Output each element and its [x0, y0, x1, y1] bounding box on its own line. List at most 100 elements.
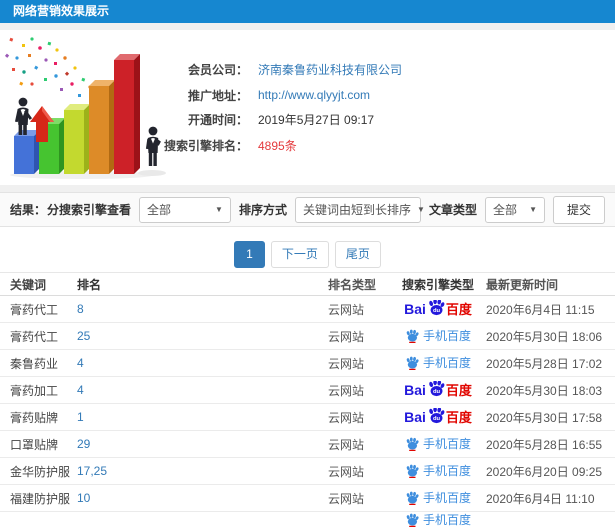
header-keyword: 关键词: [10, 277, 47, 292]
table-row: 口罩贴牌 29 云网站 Bai du 百度: [0, 431, 615, 458]
member-company-row: 会员公司： 济南秦鲁药业科技有限公司: [130, 60, 402, 78]
engine-cell: Bai du 百度: [390, 381, 486, 399]
mobile-baidu-text: 手机百度: [422, 464, 471, 478]
updated-text: 2020年5月28日 17:02: [486, 356, 603, 371]
keyword-text: 膏药代工: [10, 329, 59, 344]
chevron-down-icon: ▼: [529, 205, 537, 214]
chevron-down-icon: ▼: [215, 205, 223, 214]
submit-button[interactable]: 提交: [552, 195, 605, 224]
rank-type-cell: 云网站: [328, 382, 390, 399]
rank-link[interactable]: 25: [77, 329, 90, 343]
article-type-label: 文章类型: [428, 203, 477, 217]
updated-cell: 2020年5月30日 17:58: [486, 409, 615, 426]
header-updated: 最新更新时间: [486, 277, 559, 292]
engine-cell: Bai du 百度: [390, 408, 486, 426]
mobile-baidu-text: 手机百度: [422, 329, 471, 343]
rank-type-cell: 云网站: [328, 490, 390, 507]
rank-type-cell: 云网站: [328, 409, 390, 426]
updated-cell: 2020年5月28日 17:02: [486, 355, 615, 372]
rank-type-text: 云网站: [328, 464, 365, 479]
chevron-down-icon: ▼: [416, 205, 425, 214]
rank-type-cell: 云网站: [328, 328, 390, 345]
baidu-bai-text: Bai: [404, 382, 426, 398]
rank-type-text: 云网站: [328, 437, 365, 452]
table-row: 膏药贴牌 1 云网站 Bai du 百度 2020年5月30日 17:58: [0, 404, 615, 431]
open-time-value: 2019年5月27日 09:17: [258, 112, 375, 127]
table-row: Bai du 百度: [0, 512, 615, 527]
rank-link[interactable]: 4: [77, 383, 84, 397]
baidu-logo: Bai du 百度: [404, 408, 472, 426]
page-1-button[interactable]: 1: [234, 241, 265, 268]
engine-view-select[interactable]: 全部 ▼: [138, 196, 231, 223]
rank-type-text: 云网站: [328, 383, 365, 398]
rank-cell: 8: [77, 302, 328, 316]
updated-text: 2020年5月30日 17:58: [486, 410, 603, 425]
baidu-du-text: du: [433, 308, 441, 314]
rank-type-text: 云网站: [328, 491, 365, 506]
sort-selected: 关键词由短到长排序: [302, 203, 411, 217]
rank-link[interactable]: 8: [77, 302, 84, 316]
rank-type-cell: 云网站: [328, 436, 390, 453]
rank-cell: 29: [77, 437, 328, 451]
mobile-baidu-text: 手机百度: [422, 437, 471, 451]
mobile-baidu-logo: 手机百度: [405, 513, 471, 527]
keyword-text: 膏药贴牌: [10, 410, 59, 425]
window-title-bar: 网络营销效果展示: [0, 0, 615, 23]
mobile-baidu-paw-icon: [406, 464, 419, 478]
baidu-paw-icon: du: [429, 300, 445, 316]
mobile-baidu-text: 手机百度: [422, 356, 471, 370]
table-header-row: 关键词 排名 排名类型 搜索引擎类型 最新更新时间: [0, 272, 615, 296]
result-label: 结果：: [10, 203, 47, 217]
mobile-baidu-logo: 手机百度: [405, 356, 471, 370]
keyword-rank-table: 关键词 排名 排名类型 搜索引擎类型 最新更新时间 膏药代工 8 云网站 Bai: [0, 272, 615, 527]
promo-url-label: 推广地址：: [187, 88, 248, 103]
updated-text: 2020年6月4日 11:10: [486, 491, 595, 506]
rank-link[interactable]: 4: [77, 356, 84, 370]
baidu-du-text: du: [433, 389, 441, 395]
rank-link[interactable]: 10: [77, 491, 90, 505]
keyword-cell: 膏药加工: [0, 382, 77, 399]
mobile-baidu-logo: 手机百度: [405, 329, 471, 343]
article-type-selected: 全部: [492, 203, 517, 217]
keyword-text: 秦鲁药业: [10, 356, 59, 371]
sort-select[interactable]: 关键词由短到长排序 ▼: [294, 196, 425, 223]
last-page-button[interactable]: 尾页: [334, 241, 381, 268]
rank-cell: 1: [77, 410, 328, 424]
updated-cell: 2020年6月4日 11:15: [486, 301, 615, 318]
keyword-cell: 膏药代工: [0, 301, 77, 318]
bar-chart-clipart-icon: [4, 37, 166, 179]
updated-cell: 2020年5月30日 18:06: [486, 328, 615, 345]
mobile-baidu-logo: 手机百度: [405, 437, 471, 451]
baidu-cn-text: 百度: [445, 301, 472, 317]
rank-type-text: 云网站: [328, 302, 365, 317]
mobile-baidu-paw-icon: [406, 491, 419, 505]
baidu-paw-icon: du: [429, 381, 445, 397]
filter-bar: 结果： 分搜索引擎查看 全部 ▼ 排序方式 关键词由短到长排序 ▼ 文章类型 全…: [0, 192, 615, 227]
promo-url-link[interactable]: http://www.qlyyjt.com: [258, 88, 370, 102]
member-company-link[interactable]: 济南秦鲁药业科技有限公司: [258, 61, 402, 78]
baidu-bai-text: Bai: [404, 301, 426, 317]
engine-cell: Bai du 百度: [390, 437, 486, 451]
baidu-cn-text: 百度: [445, 382, 472, 398]
article-type-select[interactable]: 全部 ▼: [484, 196, 545, 223]
rank-link[interactable]: 29: [77, 437, 90, 451]
rank-cell: 10: [77, 491, 328, 505]
updated-text: 2020年5月30日 18:06: [486, 329, 603, 344]
page-title: 网络营销效果展示: [13, 4, 110, 18]
rank-link[interactable]: 1: [77, 410, 84, 424]
rank-type-text: 云网站: [328, 329, 365, 344]
open-time-row: 开通时间： 2019年5月27日 09:17: [130, 110, 374, 128]
rank-cell: 4: [77, 383, 328, 397]
updated-text: 2020年6月4日 11:15: [486, 302, 595, 317]
table-row: 膏药代工 25 云网站 Bai du 百度: [0, 323, 615, 350]
keyword-text: 金华防护服: [10, 464, 71, 479]
updated-text: 2020年5月30日 18:03: [486, 383, 603, 398]
open-time-label: 开通时间：: [187, 112, 248, 127]
updated-cell: 2020年5月30日 18:03: [486, 382, 615, 399]
mobile-baidu-text: 手机百度: [422, 491, 471, 505]
keyword-cell: 金华防护服: [0, 463, 77, 480]
rank-link[interactable]: 17,25: [77, 464, 107, 478]
next-page-button[interactable]: 下一页: [270, 241, 329, 268]
engine-cell: Bai du 百度: [390, 464, 486, 478]
rank-type-cell: 云网站: [328, 463, 390, 480]
